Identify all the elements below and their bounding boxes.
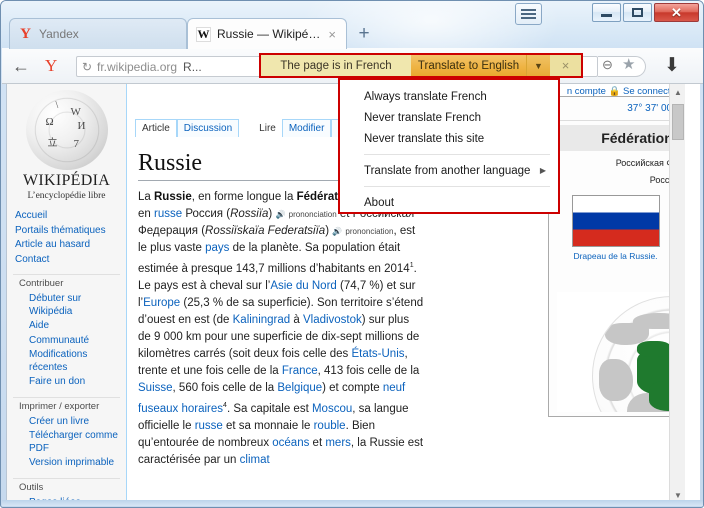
window-controls: ✕ [592,3,699,22]
yandex-logo-icon: Y [20,25,31,42]
infobox: 37° 37' 00" E (carte) Fédération de Russ… [548,96,685,417]
translate-to-english-button[interactable]: Translate to English [411,55,526,76]
close-tab-icon[interactable]: × [326,27,338,42]
window-bottom-edge [2,500,703,506]
infobox-native-name-short: Россия (ru) [549,175,685,185]
close-icon: ✕ [671,5,682,20]
reload-icon[interactable]: ↻ [77,60,97,74]
bookmark-star-icon[interactable]: ★ [622,57,635,72]
wikipedia-logo-icon: W [196,26,211,42]
sidebar-item-contact[interactable]: Contact [7,253,126,268]
translate-message: The page is in French [261,55,411,76]
infobox-locator-map[interactable] [557,292,685,412]
translate-options-dropdown-button[interactable]: ▼ [526,55,550,76]
tab-strip: Y Yandex W Russie — Wikipédia × + [1,18,703,49]
hamburger-line [521,9,536,11]
tab-article[interactable]: Article [135,119,177,137]
tab-discussion[interactable]: Discussion [176,119,240,137]
tab-modifier[interactable]: Modifier [281,119,332,137]
minimize-button[interactable] [592,3,621,22]
scrollbar-thumb[interactable] [672,104,684,140]
address-bar-domain: fr.wikipedia.org [97,59,178,74]
wikipedia-tagline: L’encyclopédie libre [27,191,106,201]
menu-item-label: Translate from another language [364,164,531,177]
article-paragraph: La Russie, en forme longue la Fédération… [138,191,424,466]
infobox-flag-block: Drapeau de la Russie. [566,195,666,262]
tab-yandex-label: Yandex [39,27,79,41]
infobox-symbols: Drapeau de la Russie. 🦅 Armoiries de la … [549,195,685,284]
back-button[interactable]: ← [12,57,30,75]
menu-separator [364,186,550,187]
menu-separator [364,154,550,155]
translate-close-button[interactable]: × [550,55,581,76]
sidebar-item-don[interactable]: Faire un don [7,375,126,390]
translate-infobar: The page is in French Translate to Engli… [259,53,583,78]
minimize-icon [601,14,612,17]
tab-wikipedia-label: Russie — Wikipédia [217,27,323,41]
russia-flag-image[interactable] [571,195,660,247]
infobox-native-name-long: Российская Федерация (ru) [549,158,685,168]
tab-wikipedia[interactable]: W Russie — Wikipédia × [187,18,347,49]
close-window-button[interactable]: ✕ [654,3,699,22]
tab-lire[interactable]: Lire [253,120,282,137]
sidebar-item-accueil[interactable]: Accueil [7,209,126,224]
sidebar-heading-contribuer: Contribuer [13,274,120,291]
sidebar-heading-imprimer: Imprimer / exporter [13,396,120,414]
sidebar-item-debuter[interactable]: Débuter sur Wikipédia [7,292,126,319]
sidebar-item-article-hasard[interactable]: Article au hasard [7,238,126,253]
sidebar-item-portails[interactable]: Portails thématiques [7,224,126,239]
wikipedia-tab-row: Article Discussion Lire Modifier Mod [135,117,365,137]
hamburger-line [521,13,536,15]
menu-item-translate-another-language[interactable]: Translate from another language ▶ [340,160,558,181]
chevron-right-icon: ▶ [539,166,546,175]
maximize-button[interactable] [623,3,652,22]
sidebar-item-imprimable[interactable]: Version imprimable [7,456,126,471]
yandex-home-icon[interactable]: Y [45,57,57,75]
sidebar-item-aide[interactable]: Aide [7,319,126,334]
browser-menu-button[interactable] [515,3,542,25]
translate-options-menu: Always translate French Never translate … [338,78,560,214]
sidebar-print-group: Créer un livre Télécharger comme PDF Ver… [7,415,126,474]
sidebar-item-modifications[interactable]: Modifications récentes [7,348,126,375]
hamburger-line [521,17,536,19]
sidebar-contribute-group: Débuter sur Wikipédia Aide Communauté Mo… [7,292,126,393]
wikipedia-sidebar: \ W Ω И 立 7 WIKIPÉDIA L’encyclopédie lib… [7,84,127,503]
downloads-icon[interactable]: ⬇ [664,54,680,78]
page-scrollbar[interactable]: ▲ ▼ [669,84,685,503]
infobox-title: Fédération de Russie [555,125,685,151]
infobox-coordinates[interactable]: 37° 37' 00" E (carte) [549,97,685,121]
flag-caption[interactable]: Drapeau de la Russie. [566,251,666,262]
scroll-up-button[interactable]: ▲ [670,84,685,100]
wikipedia-wordmark: WIKIPÉDIA [22,172,111,189]
wikipedia-puzzle-globe-icon: \ W Ω И 立 7 [25,90,108,170]
zoom-out-icon[interactable]: ⊖ [602,57,613,73]
sidebar-item-pdf[interactable]: Télécharger comme PDF [7,429,126,456]
new-tab-button[interactable]: + [353,23,375,45]
sidebar-navigation-group: Accueil Portails thématiques Article au … [7,209,126,270]
tab-yandex[interactable]: Y Yandex [9,18,187,49]
address-bar-path: R... [183,59,202,74]
sidebar-item-communaute[interactable]: Communauté [7,334,126,349]
menu-item-never-translate-language[interactable]: Never translate French [340,107,558,128]
sidebar-item-creer-livre[interactable]: Créer un livre [7,415,126,430]
menu-item-always-translate[interactable]: Always translate French [340,86,558,107]
menu-item-never-translate-site[interactable]: Never translate this site [340,128,558,149]
sidebar-heading-outils: Outils [13,477,120,495]
menu-item-about[interactable]: About [340,192,558,213]
browser-window: ✕ Y Yandex W Russie — Wikipédia × + ← Y … [0,0,704,508]
maximize-icon [632,8,643,17]
